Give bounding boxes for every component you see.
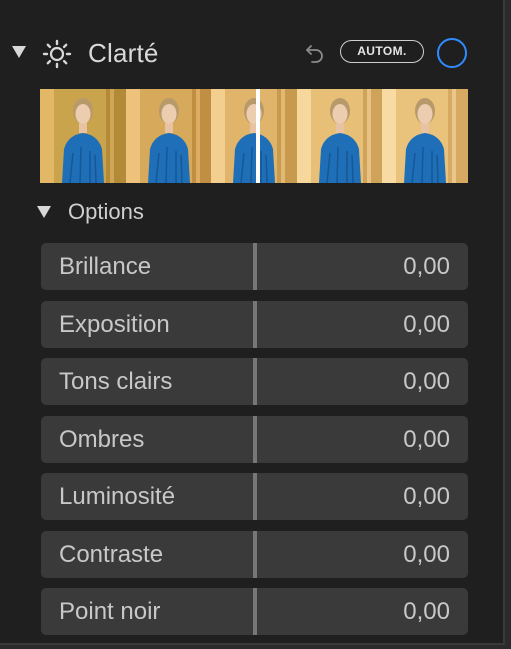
section-title: Clarté <box>88 38 159 68</box>
circle-toggle-icon[interactable] <box>437 38 467 68</box>
thumbnail-strip[interactable] <box>40 89 468 183</box>
slider-knob[interactable] <box>253 415 257 463</box>
slider-label: Point noir <box>59 598 161 625</box>
thumbnail-frame <box>296 89 383 183</box>
slider-label: Tons clairs <box>59 368 173 395</box>
undo-arrow-icon[interactable] <box>303 40 327 64</box>
triangle-down-icon[interactable] <box>37 206 51 218</box>
slider-knob[interactable] <box>253 243 257 290</box>
slider-brillance[interactable]: Brillance 0,00 <box>41 243 468 290</box>
sun-icon <box>42 39 72 69</box>
slider-value: 0,00 <box>403 598 450 625</box>
thumbnail-frame <box>40 89 126 183</box>
options-label: Options <box>68 199 144 224</box>
slider-knob[interactable] <box>253 530 257 578</box>
slider-ombres[interactable]: Ombres 0,00 <box>41 415 468 463</box>
adjustment-panel: Clarté AUTOM. Options Brillance 0,00 Expos… <box>0 0 505 645</box>
slider-contraste[interactable]: Contraste 0,00 <box>41 530 468 578</box>
slider-knob[interactable] <box>253 358 257 405</box>
slider-exposition[interactable]: Exposition 0,00 <box>41 300 468 348</box>
slider-label: Exposition <box>59 310 170 338</box>
slider-value: 0,00 <box>403 483 450 510</box>
slider-value: 0,00 <box>403 540 450 568</box>
slider-knob[interactable] <box>253 473 257 520</box>
slider-point-noir[interactable]: Point noir 0,00 <box>41 588 468 635</box>
auto-button[interactable]: AUTOM. <box>340 40 424 63</box>
slider-knob[interactable] <box>253 300 257 348</box>
options-disclosure[interactable]: Options <box>0 197 505 227</box>
slider-value: 0,00 <box>403 310 450 338</box>
thumbnail-frame <box>382 89 468 183</box>
slider-label: Luminosité <box>59 483 176 510</box>
thumbnail-frame <box>125 89 212 183</box>
slider-value: 0,00 <box>403 368 450 395</box>
strip-handle[interactable] <box>256 89 260 183</box>
clarity-section-header: Clarté AUTOM. <box>0 30 505 78</box>
slider-tons-clairs[interactable]: Tons clairs 0,00 <box>41 358 468 405</box>
slider-knob[interactable] <box>253 588 257 635</box>
slider-label: Ombres <box>59 425 145 453</box>
slider-label: Brillance <box>59 253 152 280</box>
slider-value: 0,00 <box>403 425 450 453</box>
slider-label: Contraste <box>59 540 164 568</box>
slider-luminosité[interactable]: Luminosité 0,00 <box>41 473 468 520</box>
triangle-down-icon[interactable] <box>12 46 26 58</box>
slider-value: 0,00 <box>403 253 450 280</box>
thumbnail-frame <box>211 89 297 183</box>
